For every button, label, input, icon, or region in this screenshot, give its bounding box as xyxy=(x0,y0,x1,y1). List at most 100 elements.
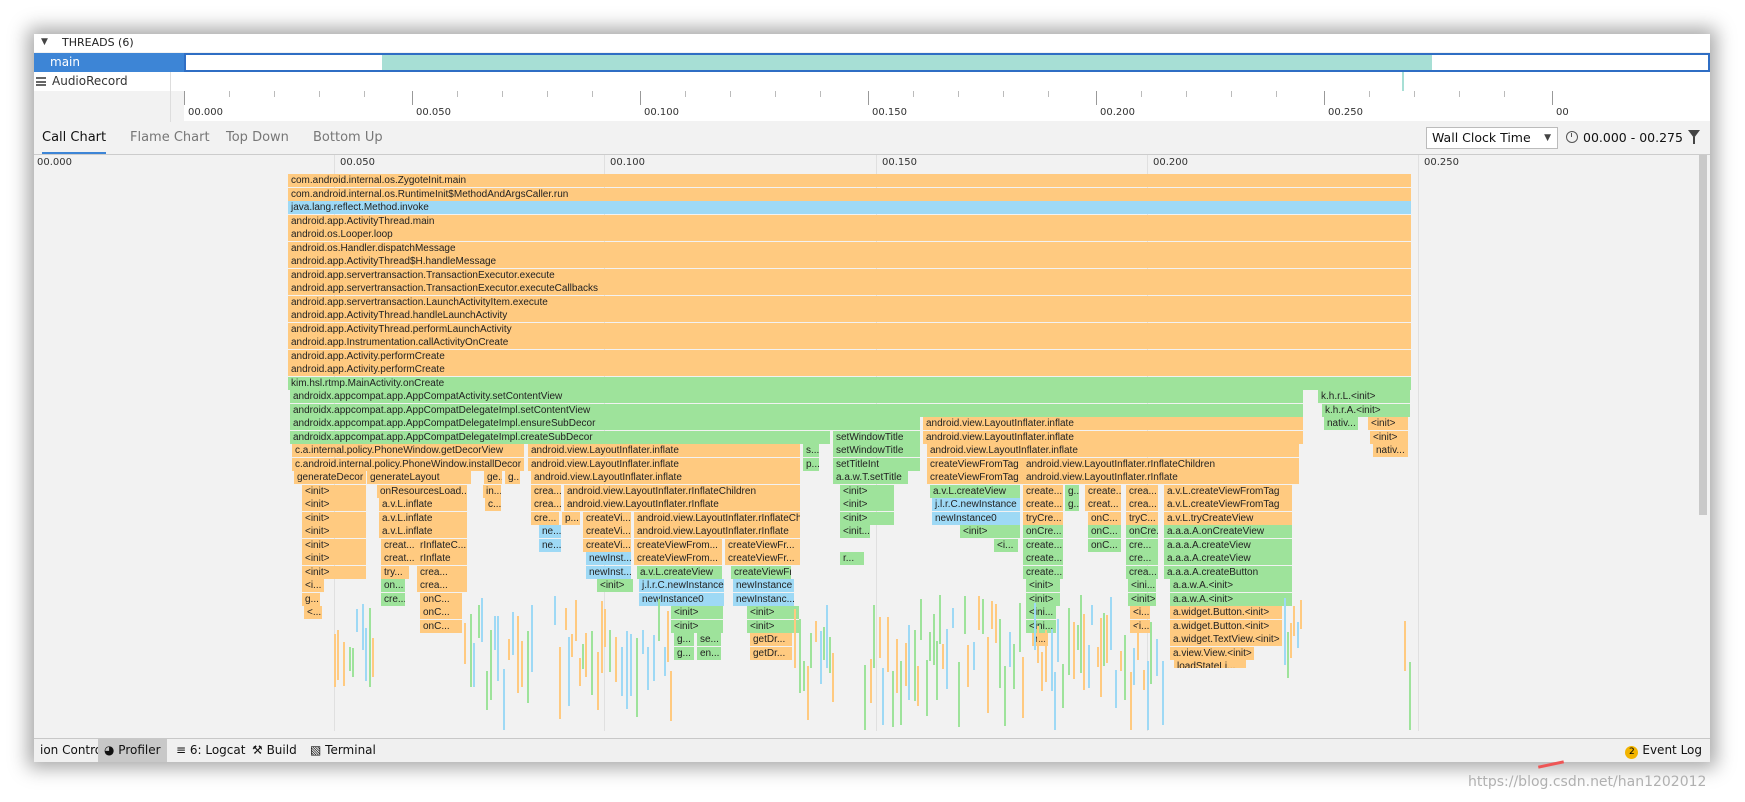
call-frame[interactable]: <init> xyxy=(747,620,799,633)
call-frame[interactable]: <ini... xyxy=(1026,606,1056,619)
call-frame[interactable]: rInflateC... xyxy=(417,539,467,552)
threads-header[interactable]: ▼ THREADS (6) xyxy=(34,34,1710,52)
thread-row-audiorecord[interactable]: AudioRecord xyxy=(34,72,1710,91)
call-frame[interactable]: android.app.Activity.performCreate xyxy=(288,363,1411,376)
call-frame[interactable]: createViewFr... xyxy=(725,552,800,565)
call-frame[interactable]: <i... xyxy=(1130,620,1150,633)
call-frame[interactable]: android.app.Instrumentation.callActivity… xyxy=(288,336,1411,349)
call-frame[interactable]: ne... xyxy=(539,539,561,552)
call-frame[interactable]: a.a.a.A.onCreateView xyxy=(1164,525,1292,538)
call-frame[interactable]: cre... xyxy=(1126,552,1158,565)
call-frame[interactable]: a.v.L.inflate xyxy=(379,525,467,538)
call-frame[interactable]: onC... xyxy=(1088,525,1121,538)
call-frame[interactable]: on... xyxy=(381,579,405,592)
call-frame[interactable]: createViewFrom... xyxy=(634,552,722,565)
call-frame[interactable]: android.app.servertransaction.Transactio… xyxy=(288,269,1411,282)
call-frame[interactable]: android.app.servertransaction.LaunchActi… xyxy=(288,296,1411,309)
call-frame[interactable]: <init> xyxy=(1370,431,1408,444)
call-frame[interactable]: crea... xyxy=(417,579,467,592)
call-frame[interactable]: setWindowTitle xyxy=(833,431,920,444)
tab-flame-chart[interactable]: Flame Chart xyxy=(130,124,210,152)
call-frame[interactable]: createViewFrom... xyxy=(731,566,791,579)
tab-call-chart[interactable]: Call Chart xyxy=(42,124,107,154)
call-frame[interactable]: a.v.L.createView xyxy=(637,566,722,579)
call-frame[interactable]: <init> xyxy=(302,525,366,538)
call-frame[interactable]: createVi... xyxy=(583,525,631,538)
call-frame[interactable]: <ini... xyxy=(1128,579,1156,592)
logcat-button[interactable]: ≡ 6: Logcat xyxy=(170,739,251,762)
call-frame[interactable]: <init> xyxy=(302,539,366,552)
call-frame[interactable]: <i... xyxy=(994,539,1018,552)
call-frame[interactable]: creat... xyxy=(381,539,417,552)
call-frame[interactable]: c.a.internal.policy.PhoneWindow.getDecor… xyxy=(292,444,524,457)
call-frame[interactable]: onC... xyxy=(1088,512,1121,525)
call-frame[interactable]: android.view.LayoutInflater.rInflate xyxy=(564,498,800,511)
call-frame[interactable]: onC... xyxy=(420,620,462,633)
call-frame[interactable]: com.android.internal.os.RuntimeInit$Meth… xyxy=(288,188,1411,201)
call-frame[interactable]: <init> xyxy=(302,552,366,565)
call-frame[interactable]: create... xyxy=(1023,552,1063,565)
tab-bottom-up[interactable]: Bottom Up xyxy=(313,124,383,152)
call-frame[interactable]: create... xyxy=(1085,485,1121,498)
call-frame[interactable]: kim.hsl.rtmp.MainActivity.onCreate xyxy=(288,377,1411,390)
call-frame[interactable]: in... xyxy=(483,485,501,498)
call-frame[interactable]: cre... xyxy=(1126,539,1158,552)
call-frame[interactable]: generateLayout xyxy=(367,471,471,484)
call-frame[interactable]: crea... xyxy=(1126,566,1158,579)
call-frame[interactable]: android.view.LayoutInflater.inflate xyxy=(927,444,1299,457)
call-frame[interactable]: c.android.internal.policy.PhoneWindow.in… xyxy=(292,458,524,471)
call-frame[interactable]: android.app.ActivityThread$H.handleMessa… xyxy=(288,255,1411,268)
filter-icon[interactable] xyxy=(1688,130,1700,144)
call-frame[interactable]: androidx.appcompat.app.AppCompatDelegate… xyxy=(290,417,920,430)
collapse-triangle-icon[interactable]: ▼ xyxy=(41,37,48,47)
call-frame[interactable]: try... xyxy=(381,566,409,579)
call-frame[interactable]: android.os.Looper.loop xyxy=(288,228,1411,241)
tab-top-down[interactable]: Top Down xyxy=(226,124,289,152)
call-frame[interactable]: nativ... xyxy=(1324,417,1358,430)
call-frame[interactable]: createViewFromTag xyxy=(927,458,1023,471)
call-frame[interactable]: a.a.w.A.<init> xyxy=(1170,579,1292,592)
call-frame[interactable]: android.view.LayoutInflater.inflate xyxy=(923,431,1303,444)
call-frame[interactable]: g... xyxy=(674,647,694,660)
call-frame[interactable]: cre... xyxy=(531,512,559,525)
call-frame[interactable]: create... xyxy=(1023,566,1063,579)
call-frame[interactable]: tryC... xyxy=(1126,512,1158,525)
call-frame[interactable]: se... xyxy=(697,633,721,646)
call-frame[interactable]: getDr... xyxy=(750,647,792,660)
call-frame[interactable]: <init> xyxy=(302,512,366,525)
call-frame[interactable]: newInstance xyxy=(733,579,794,592)
call-frame[interactable]: <i... xyxy=(302,579,324,592)
call-frame[interactable]: newInst... xyxy=(586,566,631,579)
call-frame[interactable]: en... xyxy=(697,647,721,660)
call-frame[interactable]: android.app.Activity.performCreate xyxy=(288,350,1411,363)
call-frame[interactable]: <init> xyxy=(840,512,894,525)
call-frame[interactable]: k.h.r.A.<init> xyxy=(1322,404,1410,417)
call-chart[interactable]: 00.000 00.050 00.100 00.150 00.200 00.25… xyxy=(34,155,1694,731)
call-frame[interactable]: <init> xyxy=(1026,593,1060,606)
call-frame[interactable]: createVi... xyxy=(583,539,631,552)
event-log-button[interactable]: 2 Event Log xyxy=(1625,739,1702,762)
scrollbar-thumb[interactable] xyxy=(1699,155,1707,515)
call-frame[interactable]: <init> xyxy=(1368,417,1408,430)
call-frame[interactable]: loadStateLi... xyxy=(1174,660,1246,668)
call-frame[interactable]: onC... xyxy=(420,606,462,619)
call-frame[interactable]: android.view.LayoutInflater.rInflateChil… xyxy=(634,512,800,525)
call-frame[interactable]: android.view.LayoutInflater.rInflate xyxy=(1023,471,1299,484)
call-frame[interactable]: createViewFromTag xyxy=(927,471,1023,484)
thread-name-audiorecord[interactable]: AudioRecord xyxy=(34,72,198,91)
call-frame[interactable]: <init> xyxy=(840,485,894,498)
call-frame[interactable]: android.app.servertransaction.Transactio… xyxy=(288,282,1411,295)
call-frame[interactable]: r... xyxy=(840,552,864,565)
call-frame[interactable]: a.v.L.createViewFromTag xyxy=(1164,485,1292,498)
call-frame[interactable]: onC... xyxy=(1088,539,1121,552)
call-frame[interactable]: android.app.ActivityThread.handleLaunchA… xyxy=(288,309,1411,322)
call-frame[interactable]: creat... xyxy=(381,552,417,565)
call-frame[interactable]: a.a.w.A.<init> xyxy=(1170,593,1292,606)
call-frame[interactable]: android.view.LayoutInflater.inflate xyxy=(528,458,800,471)
call-frame[interactable]: getDr... xyxy=(750,633,792,646)
call-frame[interactable]: <init> xyxy=(302,498,366,511)
profiler-button[interactable]: ◕ Profiler xyxy=(98,739,167,762)
call-frame[interactable]: a.v.L.inflate xyxy=(379,498,467,511)
timeline-ruler[interactable]: 00.000 00.050 00.100 00.150 00.200 00.25… xyxy=(184,91,1710,121)
call-frame[interactable]: <init> xyxy=(960,525,1020,538)
